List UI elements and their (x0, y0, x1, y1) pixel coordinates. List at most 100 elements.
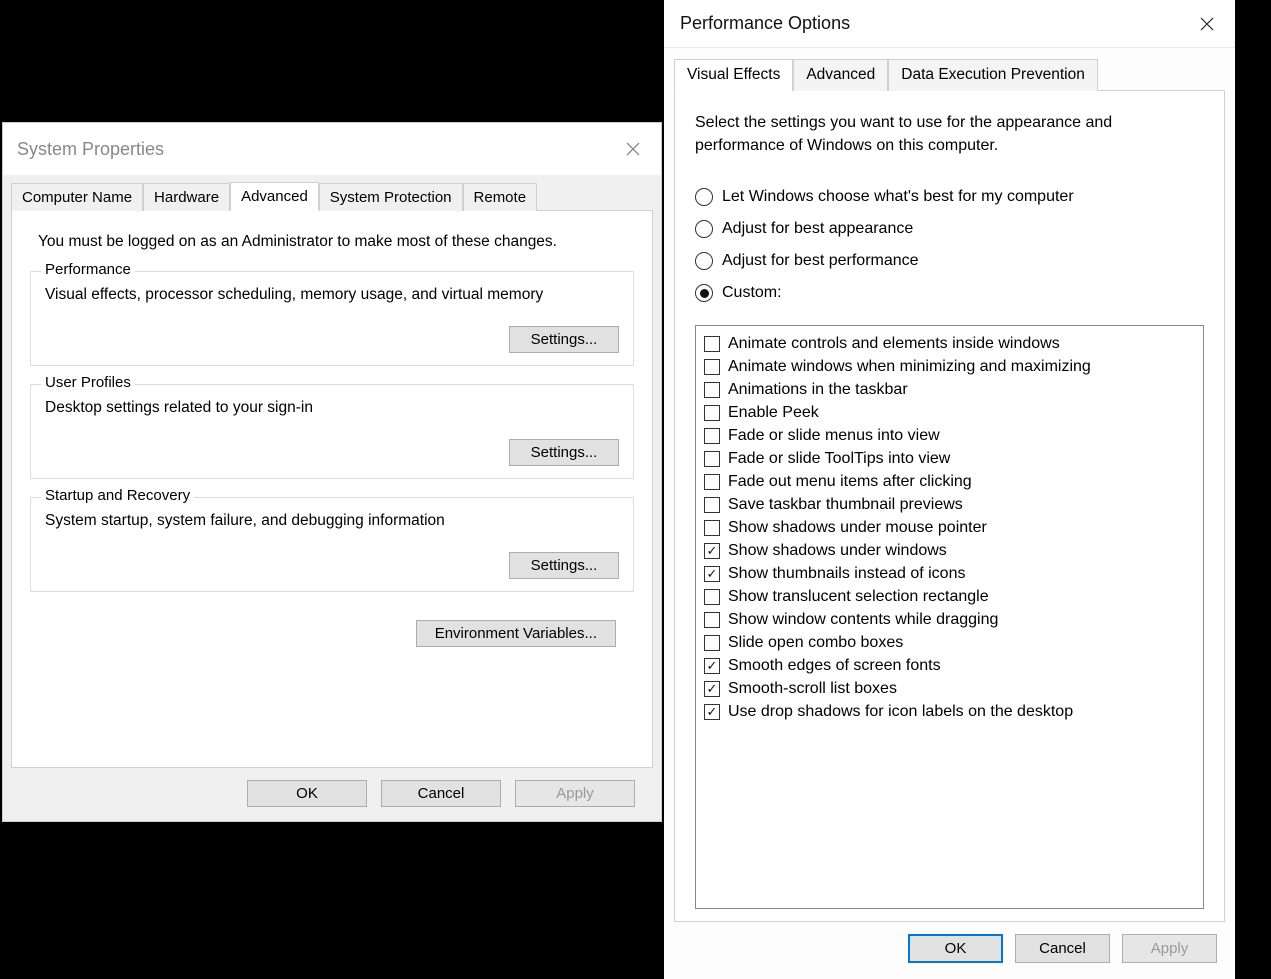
cancel-button[interactable]: Cancel (1015, 934, 1110, 963)
check-show-translucent-selection-rectangle[interactable]: ✓Show translucent selection rectangle (704, 585, 1195, 608)
checkbox-icon: ✓ (704, 566, 720, 582)
checkbox-icon: ✓ (704, 658, 720, 674)
checkbox-icon: ✓ (704, 543, 720, 559)
check-show-thumbnails-instead-of-icons[interactable]: ✓ Show thumbnails instead of icons (704, 562, 1195, 585)
radio-custom[interactable]: Custom: (695, 277, 1204, 309)
performance-group: Performance Visual effects, processor sc… (30, 271, 634, 366)
user-profiles-group-title: User Profiles (41, 374, 135, 391)
performance-options-tabs: Visual EffectsAdvancedData Execution Pre… (674, 58, 1225, 90)
checkbox-icon: ✓ (704, 520, 720, 536)
check-label: Show translucent selection rectangle (728, 588, 989, 606)
checkbox-icon: ✓ (704, 612, 720, 628)
check-animate-controls-and-elements-inside-windows[interactable]: ✓ Animate controls and elements inside wi… (704, 332, 1195, 355)
check-label: Enable Peek (728, 404, 819, 422)
tab-visual-effects[interactable]: Visual Effects (674, 59, 793, 91)
radio-adjust-for-best-appearance[interactable]: Adjust for best appearance (695, 213, 1204, 245)
check-smooth-scroll-list-boxes[interactable]: ✓Smooth-scroll list boxes (704, 677, 1195, 700)
check-label: Show thumbnails instead of icons (728, 565, 965, 583)
admin-notice: You must be logged on as an Administrato… (38, 233, 634, 251)
radio-label: Custom: (722, 284, 782, 302)
system-properties-window: System Properties Computer NameHardwareA… (2, 122, 662, 822)
tab-remote[interactable]: Remote (463, 183, 538, 211)
apply-button[interactable]: Apply (1122, 934, 1217, 963)
check-label: Show shadows under windows (728, 542, 947, 560)
checkbox-icon: ✓ (704, 451, 720, 467)
check-label: Animate controls and elements inside win… (728, 335, 1060, 353)
check-label: Fade or slide menus into view (728, 427, 940, 445)
performance-options-titlebar: Performance Options (664, 0, 1235, 48)
startup-recovery-group-title: Startup and Recovery (41, 487, 194, 504)
checkbox-icon: ✓ (704, 681, 720, 697)
visual-effects-panel: Select the settings you want to use for … (674, 90, 1225, 922)
visual-effects-mode-radios: Let Windows choose what's best for my co… (695, 181, 1204, 309)
tab-hardware[interactable]: Hardware (143, 183, 230, 211)
system-properties-titlebar: System Properties (3, 123, 661, 175)
checkbox-icon: ✓ (704, 704, 720, 720)
checkbox-icon: ✓ (704, 359, 720, 375)
tab-advanced[interactable]: Advanced (230, 182, 319, 211)
tab-data-execution-prevention[interactable]: Data Execution Prevention (888, 59, 1098, 91)
startup-recovery-group: Startup and Recovery System startup, sys… (30, 497, 634, 592)
check-save-taskbar-thumbnail-previews[interactable]: ✓ Save taskbar thumbnail previews (704, 493, 1195, 516)
check-animations-in-the-taskbar[interactable]: ✓ Animations in the taskbar (704, 378, 1195, 401)
checkbox-icon: ✓ (704, 382, 720, 398)
check-label: Slide open combo boxes (728, 634, 903, 652)
advanced-tab-panel: You must be logged on as an Administrato… (11, 210, 653, 768)
user-profiles-settings-button[interactable]: Settings... (509, 439, 619, 466)
check-fade-or-slide-tooltips-into-view[interactable]: ✓Fade or slide ToolTips into view (704, 447, 1195, 470)
window-title: Performance Options (680, 13, 850, 34)
performance-options-footer: OK Cancel Apply (664, 922, 1235, 979)
check-show-shadows-under-mouse-pointer[interactable]: ✓ Show shadows under mouse pointer (704, 516, 1195, 539)
performance-group-desc: Visual effects, processor scheduling, me… (45, 286, 619, 304)
check-fade-out-menu-items-after-clicking[interactable]: ✓Fade out menu items after clicking (704, 470, 1195, 493)
checkbox-icon: ✓ (704, 497, 720, 513)
startup-recovery-settings-button[interactable]: Settings... (509, 552, 619, 579)
performance-settings-button[interactable]: Settings... (509, 326, 619, 353)
radio-icon (695, 284, 713, 302)
environment-variables-button[interactable]: Environment Variables... (416, 620, 616, 647)
apply-button[interactable]: Apply (515, 780, 635, 807)
startup-recovery-group-desc: System startup, system failure, and debu… (45, 512, 619, 530)
close-icon[interactable] (1193, 10, 1221, 38)
radio-adjust-for-best-performance[interactable]: Adjust for best performance (695, 245, 1204, 277)
performance-options-window: Performance Options Visual EffectsAdvanc… (664, 0, 1235, 979)
radio-icon (695, 188, 713, 206)
close-icon[interactable] (619, 135, 647, 163)
check-enable-peek[interactable]: ✓Enable Peek (704, 401, 1195, 424)
user-profiles-group: User Profiles Desktop settings related t… (30, 384, 634, 479)
radio-label: Let Windows choose what's best for my co… (722, 188, 1074, 206)
radio-icon (695, 220, 713, 238)
check-smooth-edges-of-screen-fonts[interactable]: ✓ Smooth edges of screen fonts (704, 654, 1195, 677)
radio-icon (695, 252, 713, 270)
check-label: Show window contents while dragging (728, 611, 998, 629)
check-label: Smooth edges of screen fonts (728, 657, 941, 675)
system-properties-tabs: Computer NameHardwareAdvancedSystem Prot… (11, 181, 653, 210)
check-fade-or-slide-menus-into-view[interactable]: ✓Fade or slide menus into view (704, 424, 1195, 447)
check-label: Save taskbar thumbnail previews (728, 496, 963, 514)
tab-computer-name[interactable]: Computer Name (11, 183, 143, 211)
check-slide-open-combo-boxes[interactable]: ✓Slide open combo boxes (704, 631, 1195, 654)
radio-label: Adjust for best appearance (722, 220, 913, 238)
performance-group-title: Performance (41, 261, 135, 278)
check-label: Animate windows when minimizing and maxi… (728, 358, 1091, 376)
ok-button[interactable]: OK (247, 780, 367, 807)
checkbox-icon: ✓ (704, 474, 720, 490)
check-use-drop-shadows-for-icon-labels-on-the-desktop[interactable]: ✓ Use drop shadows for icon labels on the… (704, 700, 1195, 723)
radio-label: Adjust for best performance (722, 252, 919, 270)
checkbox-icon: ✓ (704, 336, 720, 352)
check-label: Show shadows under mouse pointer (728, 519, 987, 537)
check-show-shadows-under-windows[interactable]: ✓ Show shadows under windows (704, 539, 1195, 562)
ok-button[interactable]: OK (908, 934, 1003, 963)
visual-effects-checklist[interactable]: ✓ Animate controls and elements inside wi… (695, 325, 1204, 909)
check-label: Animations in the taskbar (728, 381, 908, 399)
system-properties-footer: OK Cancel Apply (11, 768, 653, 821)
check-show-window-contents-while-dragging[interactable]: ✓ Show window contents while dragging (704, 608, 1195, 631)
tab-system-protection[interactable]: System Protection (319, 183, 463, 211)
window-title: System Properties (17, 139, 164, 160)
tab-advanced[interactable]: Advanced (793, 59, 888, 91)
radio-let-windows-choose-what-s-best-for-my-computer[interactable]: Let Windows choose what's best for my co… (695, 181, 1204, 213)
check-label: Use drop shadows for icon labels on the … (728, 703, 1073, 721)
user-profiles-group-desc: Desktop settings related to your sign-in (45, 399, 619, 417)
cancel-button[interactable]: Cancel (381, 780, 501, 807)
check-animate-windows-when-minimizing-and-maximizing[interactable]: ✓ Animate windows when minimizing and max… (704, 355, 1195, 378)
